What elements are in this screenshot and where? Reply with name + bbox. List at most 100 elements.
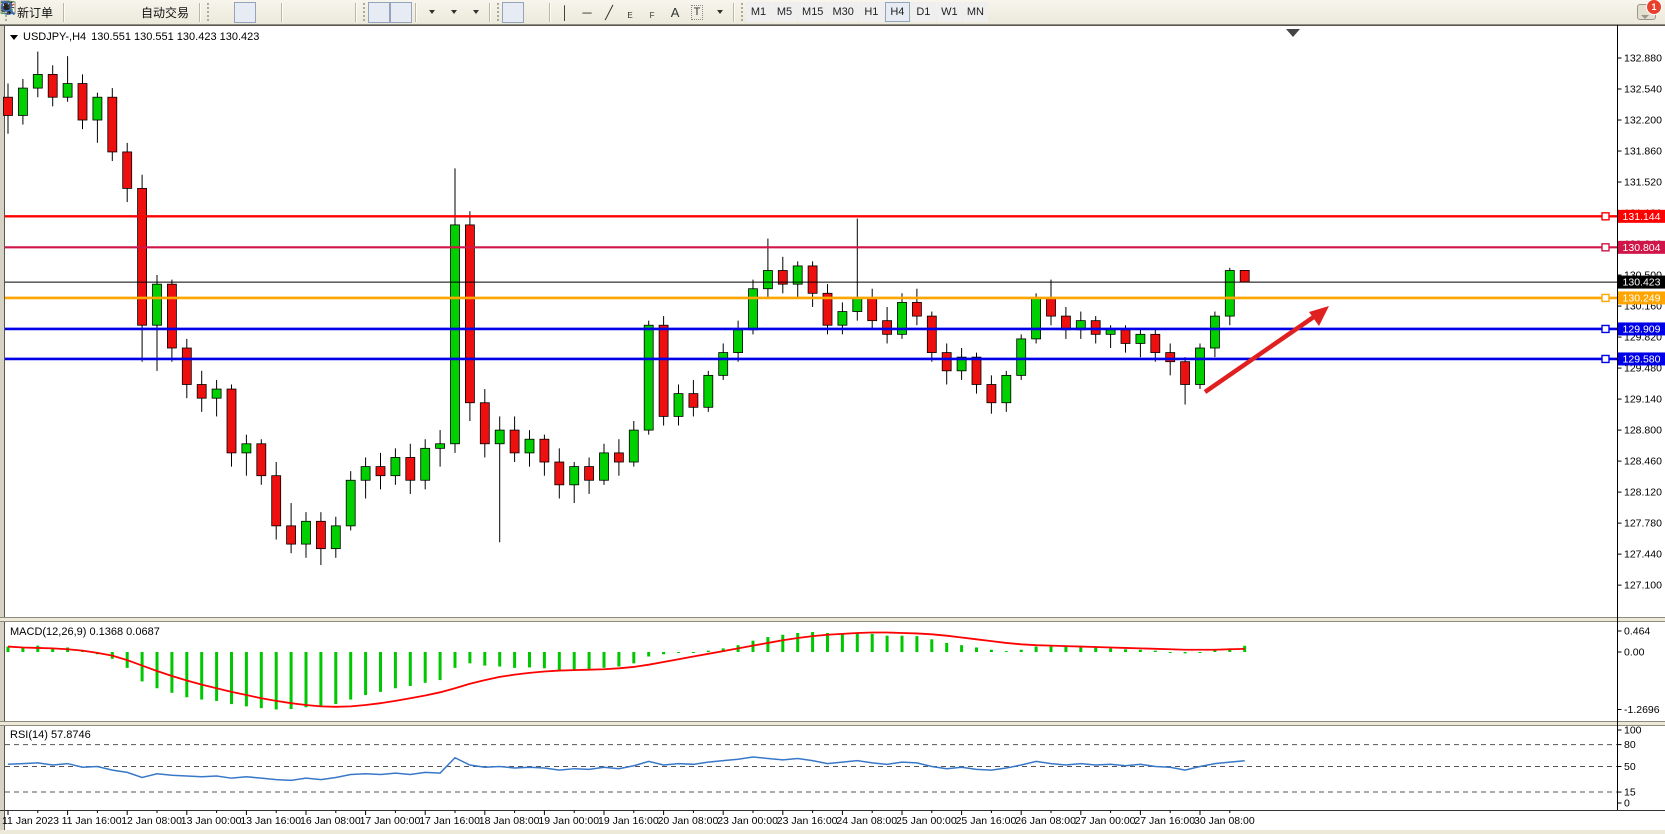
templates-button[interactable] [464,2,486,23]
price-badge: 131.144 [1618,210,1665,223]
timeframe-button-H4[interactable]: H4 [885,2,910,22]
svg-text:16 Jan 08:00: 16 Jan 08:00 [300,815,361,827]
toolbar-separator [549,3,551,22]
new-order-button[interactable]: 新订单 [10,2,60,23]
fibonacci-sub-label: F [650,11,655,20]
chart-symbol-period: USDJPY-,H4 [23,31,86,43]
svg-text:129.909: 129.909 [1623,323,1661,335]
vertical-line-tool-button[interactable]: │ [554,2,576,23]
bar-chart-button[interactable] [212,2,234,23]
search-icon [0,0,16,16]
svg-text:23 Jan 00:00: 23 Jan 00:00 [717,815,778,827]
svg-text:13 Jan 00:00: 13 Jan 00:00 [181,815,242,827]
svg-text:128.800: 128.800 [1624,425,1662,437]
timeframe-button-M15[interactable]: M15 [798,2,827,22]
toolbar-separator [281,3,283,22]
svg-text:100: 100 [1624,725,1642,737]
search-button[interactable] [1604,2,1626,23]
svg-text:-1.2696: -1.2696 [1624,704,1660,716]
chart-menu-arrow-icon[interactable] [10,35,18,40]
svg-text:132.540: 132.540 [1624,84,1662,96]
svg-text:18 Jan 08:00: 18 Jan 08:00 [479,815,540,827]
trendline-tool-button[interactable]: ╱ [598,2,620,23]
auto-trading-button[interactable]: 自动交易 [134,2,196,23]
horizontal-line-tool-button[interactable]: ─ [576,2,598,23]
status-strip [0,830,1665,834]
candlestick-chart-button[interactable] [234,2,256,23]
toolbar-separator [489,3,491,22]
chart-canvas[interactable]: 132.880 132.540 132.200 131.860 131.520 131.1… [0,0,1665,834]
svg-text:12 Jan 08:00: 12 Jan 08:00 [121,815,182,827]
toolbar-grip[interactable] [496,3,500,21]
svg-text:17 Jan 00:00: 17 Jan 00:00 [360,815,421,827]
timeframe-button-M30[interactable]: M30 [828,2,857,22]
svg-text:127.100: 127.100 [1624,580,1662,592]
chart-ohlc-values: 130.551 130.551 130.423 130.423 [91,31,259,43]
svg-text:30 Jan 08:00: 30 Jan 08:00 [1194,815,1255,827]
toolbar-grip[interactable] [362,3,366,21]
tile-windows-button[interactable] [330,2,352,23]
svg-text:130.249: 130.249 [1623,292,1661,304]
timeframe-button-D1[interactable]: D1 [911,2,936,22]
vertical-line-icon: │ [561,6,569,19]
data-feed-button[interactable] [112,2,134,23]
crosshair-tool-button[interactable] [524,2,546,23]
new-order-label: 新订单 [17,4,53,21]
text-tool-button[interactable]: A [664,2,686,23]
text-label-tool-button[interactable]: T [686,2,708,23]
svg-text:131.860: 131.860 [1624,146,1662,158]
svg-text:27 Jan 16:00: 27 Jan 16:00 [1134,815,1195,827]
timeframe-toolbar: M1M5M15M30H1H4D1W1MN [746,2,988,22]
timeframe-button-M1[interactable]: M1 [746,2,771,22]
price-badge: 130.423 [1618,276,1665,289]
svg-text:0.00: 0.00 [1624,647,1645,659]
svg-text:11 Jan 16:00: 11 Jan 16:00 [62,815,122,827]
svg-text:19 Jan 00:00: 19 Jan 00:00 [538,815,599,827]
dropdown-caret-icon [451,10,457,14]
svg-text:0.464: 0.464 [1624,625,1650,637]
svg-text:130.423: 130.423 [1623,277,1661,289]
auto-scroll-button[interactable] [368,2,390,23]
price-badge: 130.804 [1618,241,1665,254]
svg-text:132.880: 132.880 [1624,53,1662,65]
svg-text:131.144: 131.144 [1623,211,1661,223]
cursor-tool-button[interactable] [502,2,524,23]
timeframe-button-M5[interactable]: M5 [772,2,797,22]
toolbar-separator [63,3,65,22]
arrows-tool-button[interactable] [708,2,730,23]
svg-text:132.200: 132.200 [1624,115,1662,127]
chart-title-bar: USDJPY-,H4 130.551 130.551 130.423 130.4… [10,31,259,43]
timeframe-button-H1[interactable]: H1 [859,2,884,22]
market-watch-button[interactable] [90,2,112,23]
charts-list-button[interactable] [68,2,90,23]
toolbar-grip[interactable] [740,3,744,21]
dropdown-caret-icon [473,10,479,14]
fibonacci-tool-button[interactable]: F [642,2,664,23]
timeframe-button-W1[interactable]: W1 [937,2,962,22]
svg-text:23 Jan 16:00: 23 Jan 16:00 [777,815,838,827]
periods-button[interactable] [442,2,464,23]
toolbar-separator [199,3,201,22]
chart-shift-button[interactable] [390,2,412,23]
channel-tool-button[interactable]: E [620,2,642,23]
chat-bubble-icon: 1 [1637,4,1656,20]
toolbar-grip[interactable] [206,3,210,21]
toolbar-separator [733,3,735,22]
dropdown-caret-icon [429,10,435,14]
svg-text:131.520: 131.520 [1624,177,1662,189]
toolbar-right-group: 1 [1604,2,1659,23]
svg-text:50: 50 [1624,761,1636,773]
notifications-button[interactable]: 1 [1634,2,1659,23]
svg-text:129.580: 129.580 [1623,353,1661,365]
mt4-application: 新订单 [0,0,1665,834]
zoom-out-button[interactable] [308,2,330,23]
timeframe-button-MN[interactable]: MN [963,2,988,22]
zoom-in-button[interactable] [286,2,308,23]
indicators-button[interactable] [420,2,442,23]
svg-text:20 Jan 08:00: 20 Jan 08:00 [658,815,719,827]
line-chart-button[interactable] [256,2,278,23]
svg-text:0: 0 [1624,798,1630,810]
svg-text:11 Jan 2023: 11 Jan 2023 [2,815,59,827]
svg-text:80: 80 [1624,739,1636,751]
svg-text:127.440: 127.440 [1624,549,1662,561]
